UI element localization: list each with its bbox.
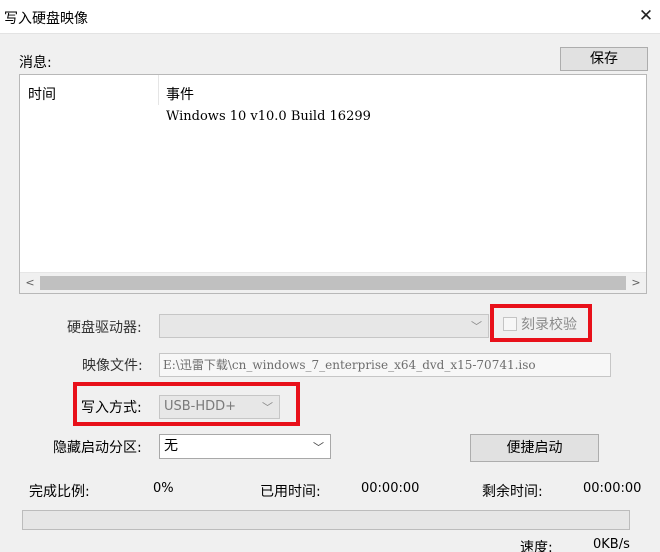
elapsed-value: 00:00:00 xyxy=(361,481,420,496)
image-file-field[interactable]: E:\迅雷下载\cn_windows_7_enterprise_x64_dvd_… xyxy=(159,353,611,377)
hidden-partition-select[interactable]: 无 ﹀ xyxy=(159,434,331,459)
save-button[interactable]: 保存 xyxy=(560,47,648,71)
chevron-down-icon: ﹀ xyxy=(471,320,482,333)
message-list[interactable]: 时间 事件 Windows 10 v10.0 Build 16299 < > xyxy=(19,74,647,294)
verify-highlight: 刻录校验 xyxy=(490,304,592,342)
messages-label: 消息: xyxy=(19,55,52,71)
remaining-value: 00:00:00 xyxy=(583,481,642,496)
column-divider[interactable] xyxy=(158,75,159,105)
column-header-time[interactable]: 时间 xyxy=(28,84,56,104)
verify-checkbox[interactable] xyxy=(503,317,517,331)
remaining-label: 剩余时间: xyxy=(482,484,543,500)
hidden-partition-label: 隐藏启动分区: xyxy=(53,440,142,456)
speed-label: 速度: xyxy=(520,540,553,552)
column-header-event[interactable]: 事件 xyxy=(166,84,194,104)
close-icon[interactable]: ✕ xyxy=(636,6,656,26)
scroll-left-icon[interactable]: < xyxy=(23,276,37,290)
scroll-thumb[interactable] xyxy=(40,276,626,290)
progress-bar xyxy=(22,510,630,530)
speed-value: 0KB/s xyxy=(593,537,630,552)
quick-boot-button[interactable]: 便捷启动 xyxy=(470,434,599,462)
write-mode-label: 写入方式: xyxy=(81,400,142,416)
verify-label: 刻录校验 xyxy=(521,317,577,333)
hidden-partition-value: 无 xyxy=(164,438,178,454)
horizontal-scrollbar[interactable]: < > xyxy=(20,272,646,293)
chevron-down-icon: ﹀ xyxy=(262,401,273,414)
drive-label: 硬盘驱动器: xyxy=(67,320,142,336)
title-bar: 写入硬盘映像 ✕ xyxy=(0,0,660,34)
image-file-label: 映像文件: xyxy=(82,358,143,374)
window-title: 写入硬盘映像 xyxy=(4,11,88,27)
percent-value: 0% xyxy=(153,481,174,496)
elapsed-label: 已用时间: xyxy=(260,484,321,500)
chevron-down-icon: ﹀ xyxy=(313,441,324,454)
percent-label: 完成比例: xyxy=(29,484,90,500)
list-item[interactable]: Windows 10 v10.0 Build 16299 xyxy=(166,109,371,124)
write-mode-value: USB-HDD+ xyxy=(164,399,237,414)
scroll-right-icon[interactable]: > xyxy=(629,276,643,290)
write-mode-select[interactable]: USB-HDD+ ﹀ xyxy=(159,395,280,419)
drive-select[interactable]: ﹀ xyxy=(159,314,489,338)
